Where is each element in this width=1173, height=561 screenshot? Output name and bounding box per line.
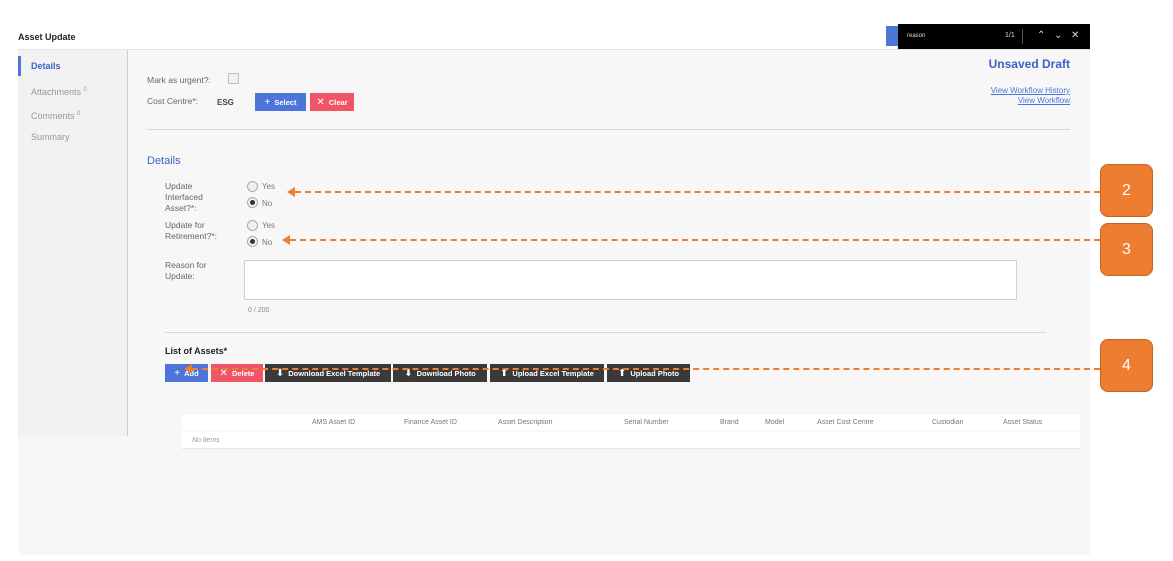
urgent-checkbox[interactable] bbox=[228, 73, 239, 84]
sidebar-item-label: Comments bbox=[31, 111, 75, 121]
delete-asset-button[interactable]: ✕ Delete bbox=[211, 364, 263, 382]
retirement-yes-label: Yes bbox=[262, 221, 276, 230]
callout-line-4 bbox=[192, 368, 1100, 370]
comments-count-badge: 0 bbox=[77, 111, 81, 117]
urgent-label: Mark as urgent?: bbox=[147, 75, 211, 85]
select-button-label: Select bbox=[274, 97, 297, 107]
main-content: Mark as urgent?: Cost Centre*: ESG + Sel… bbox=[128, 50, 1090, 555]
column-header[interactable]: Asset Cost Centre bbox=[817, 419, 874, 426]
column-header[interactable]: Finance Asset ID bbox=[404, 419, 457, 426]
interfaced-label: Update Interfaced Asset?*: bbox=[165, 181, 203, 213]
column-header[interactable]: Asset Status bbox=[1003, 419, 1042, 426]
reason-char-counter: 0 / 200 bbox=[248, 307, 270, 314]
chevron-up-icon[interactable]: ⌃ bbox=[1037, 30, 1045, 42]
close-icon[interactable]: ✕ bbox=[1071, 30, 1079, 42]
plus-icon: + bbox=[264, 96, 271, 108]
sidebar-item-label: Attachments bbox=[31, 87, 82, 97]
interfaced-no-label: No bbox=[262, 199, 273, 208]
sidebar-item-summary[interactable]: Summary bbox=[18, 127, 128, 147]
select-button[interactable]: + Select bbox=[255, 93, 306, 111]
callout-line-2 bbox=[295, 191, 1100, 193]
empty-table-text: No items bbox=[192, 437, 220, 444]
sidebar-item-details[interactable]: Details bbox=[18, 56, 128, 76]
column-header[interactable]: Serial Number bbox=[624, 419, 669, 426]
divider bbox=[147, 129, 1070, 130]
interfaced-yes-radio[interactable] bbox=[247, 181, 258, 192]
callout-arrow-3 bbox=[282, 235, 290, 245]
upload-template-button[interactable]: ⬆ Upload Excel Template bbox=[490, 364, 604, 382]
callout-4: 4 bbox=[1100, 339, 1153, 392]
cost-centre-label: Cost Centre*: bbox=[147, 96, 199, 106]
table-row: No items bbox=[182, 432, 1080, 449]
retirement-no-radio[interactable] bbox=[247, 236, 258, 247]
clear-button[interactable]: ✕ Clear bbox=[310, 93, 354, 111]
chevron-down-icon[interactable]: ⌄ bbox=[1054, 30, 1062, 42]
plus-icon: + bbox=[174, 367, 181, 379]
close-icon: ✕ bbox=[316, 96, 325, 108]
assets-list-title: List of Assets* bbox=[165, 346, 228, 356]
sidebar-item-comments[interactable]: Comments 0 bbox=[18, 104, 128, 124]
assets-table-header: AMS Asset ID Finance Asset ID Asset Desc… bbox=[182, 415, 1080, 430]
interfaced-yes-label: Yes bbox=[262, 182, 276, 191]
reason-label: Reason for Update: bbox=[165, 260, 207, 281]
column-header[interactable]: Brand bbox=[720, 419, 739, 426]
sidebar: Details Attachments 0 Comments 0 Summary bbox=[18, 50, 128, 436]
status-badge: Unsaved Draft bbox=[988, 57, 1070, 71]
download-photo-button[interactable]: ⬇ Download Photo bbox=[393, 364, 487, 382]
download-template-button[interactable]: ⬇ Download Excel Template bbox=[265, 364, 391, 382]
column-header[interactable]: AMS Asset ID bbox=[312, 419, 355, 426]
retirement-no-label: No bbox=[262, 238, 273, 247]
callout-arrow-2 bbox=[287, 187, 295, 197]
workflow-history-link[interactable]: View Workflow History bbox=[991, 86, 1070, 95]
retirement-label: Update for Retirement?*: bbox=[165, 220, 217, 241]
callout-2: 2 bbox=[1100, 164, 1153, 217]
page-title: Asset Update bbox=[18, 32, 76, 42]
cost-centre-value: ESG bbox=[217, 98, 234, 107]
sidebar-item-label: Details bbox=[31, 61, 61, 71]
reason-textarea[interactable] bbox=[244, 260, 1017, 300]
retirement-yes-radio[interactable] bbox=[247, 220, 258, 231]
column-header[interactable]: Model bbox=[765, 419, 784, 426]
column-header[interactable]: Custodian bbox=[932, 419, 964, 426]
details-section-title: Details bbox=[147, 155, 181, 167]
find-match-count: 1/1 bbox=[1005, 32, 1015, 39]
sidebar-item-label: Summary bbox=[31, 132, 70, 142]
callout-line-3 bbox=[290, 239, 1100, 241]
find-divider bbox=[1022, 29, 1023, 44]
app-window: Asset Update Details Attachments 0 Comme… bbox=[18, 23, 1090, 555]
find-bar: reason 1/1 ⌃ ⌄ ✕ bbox=[898, 24, 1090, 49]
clear-button-label: Clear bbox=[328, 97, 348, 107]
column-header[interactable]: Asset Description bbox=[498, 419, 552, 426]
attachments-count-badge: 0 bbox=[83, 87, 87, 93]
upload-photo-button[interactable]: ⬆ Upload Photo bbox=[607, 364, 690, 382]
workflow-link[interactable]: View Workflow bbox=[1018, 96, 1070, 105]
interfaced-no-radio[interactable] bbox=[247, 197, 258, 208]
find-input[interactable]: reason bbox=[907, 33, 925, 39]
callout-3: 3 bbox=[1100, 223, 1153, 276]
sidebar-item-attachments[interactable]: Attachments 0 bbox=[18, 80, 128, 100]
divider bbox=[165, 332, 1046, 333]
callout-arrow-4 bbox=[184, 364, 192, 374]
